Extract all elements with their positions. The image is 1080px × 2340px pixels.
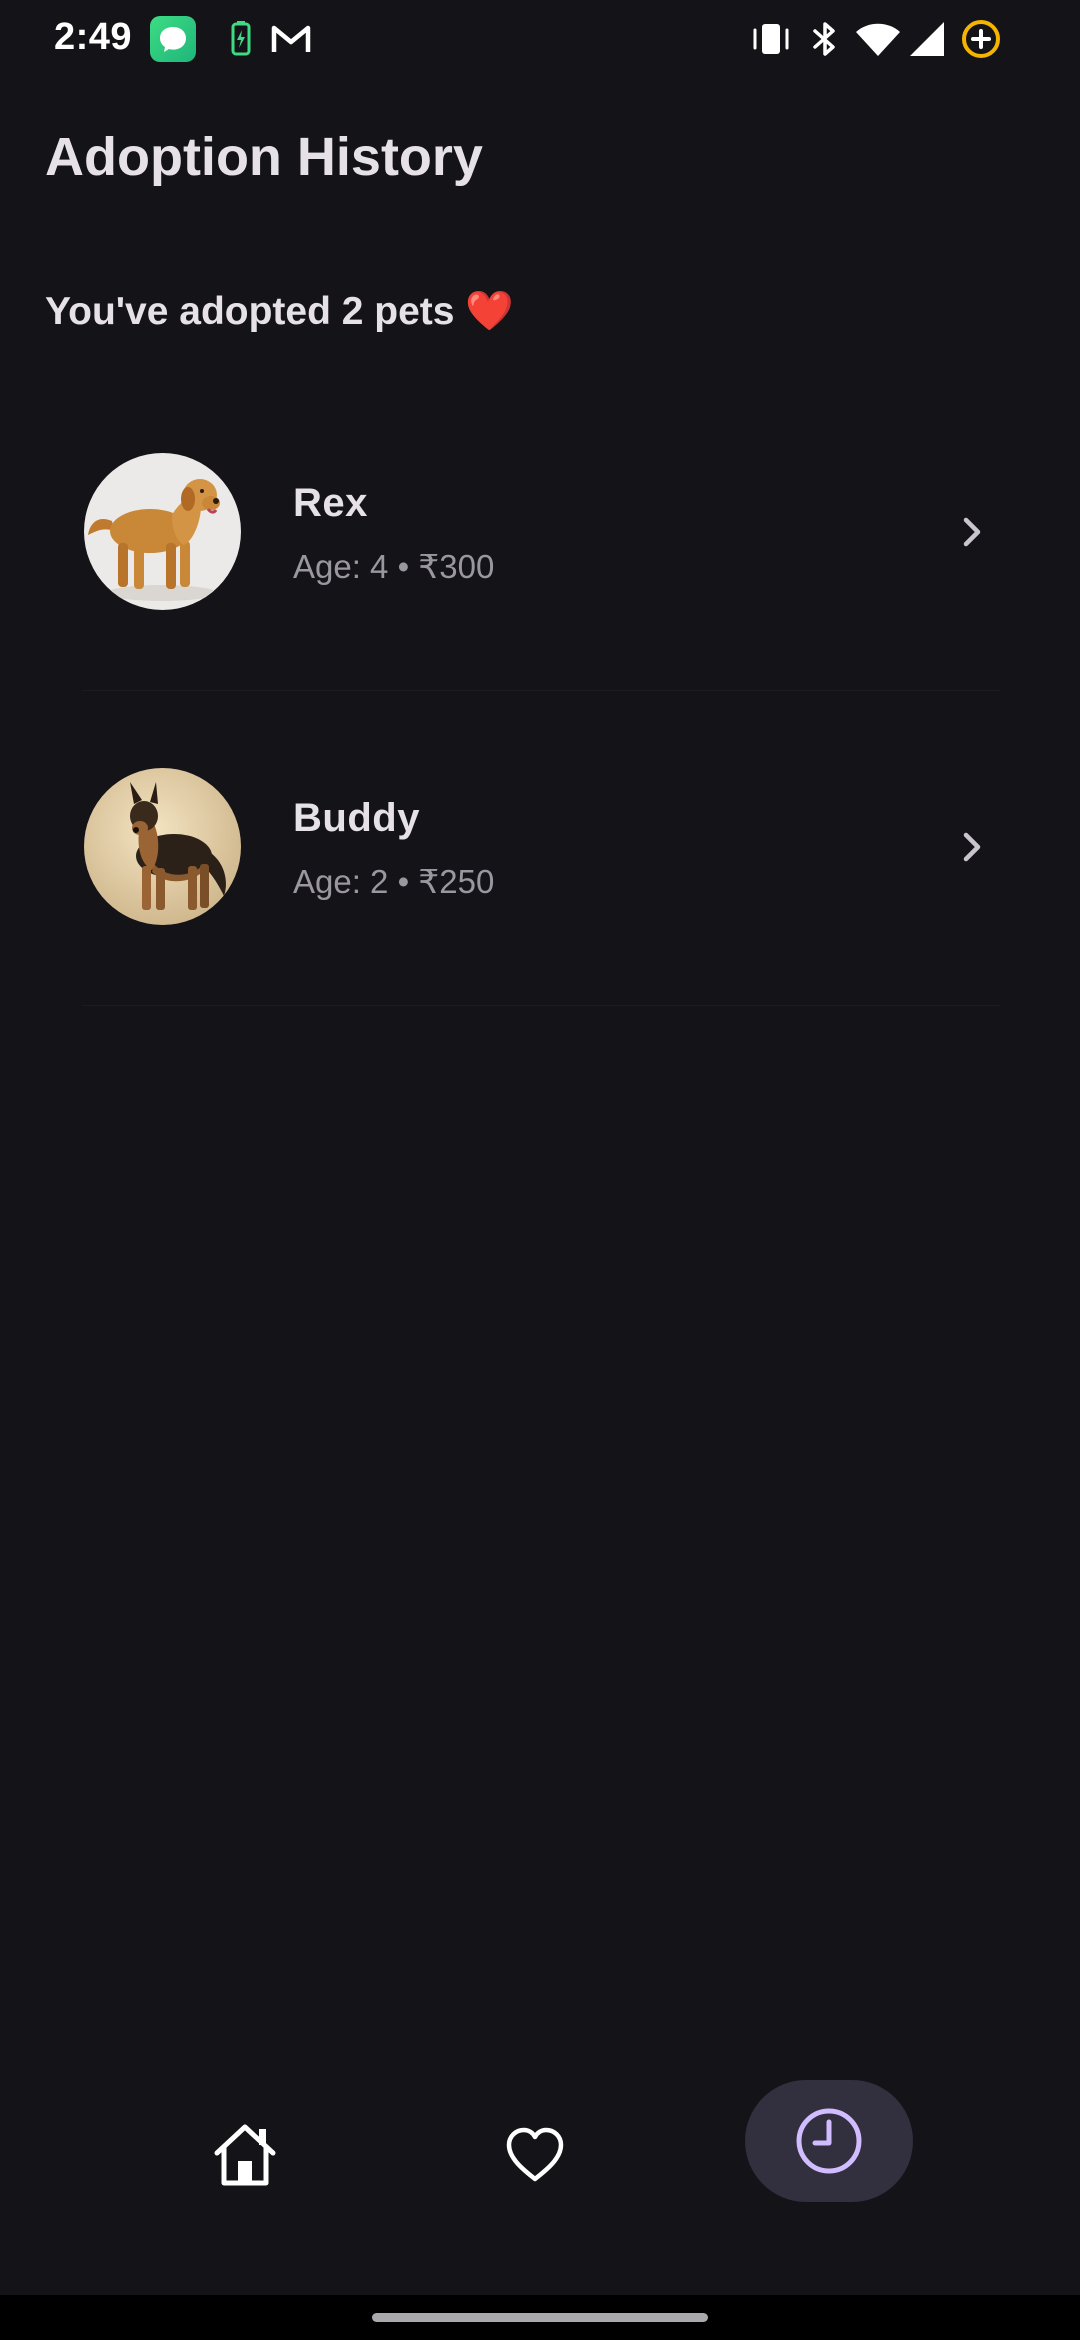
status-time: 2:49: [54, 16, 133, 58]
data-saver-icon: [962, 20, 1000, 58]
nav-history-button[interactable]: [745, 2080, 913, 2202]
adoption-summary: You've adopted 2 pets ❤️: [45, 290, 514, 333]
gmail-icon: [271, 25, 311, 52]
nav-home-button[interactable]: [205, 2115, 285, 2195]
status-bar: 2:49: [0, 0, 1080, 80]
gesture-bar: [0, 2295, 1080, 2340]
bluetooth-icon: [813, 22, 835, 56]
nav-favorites-button[interactable]: [495, 2115, 575, 2195]
chevron-right-icon: [963, 517, 981, 547]
pet-avatar-rex: [84, 453, 241, 610]
gesture-handle[interactable]: [372, 2313, 708, 2322]
golden-retriever-image: [84, 453, 241, 610]
page-title: Adoption History: [45, 127, 483, 187]
bottom-navigation: [0, 2070, 1080, 2290]
clock-icon: [796, 2108, 862, 2174]
battery-charging-icon: [231, 21, 251, 56]
heart-icon: [506, 2127, 564, 2182]
pet-list-item-rex[interactable]: Rex Age: 4 • ₹300: [82, 375, 1000, 691]
pet-name: Buddy: [293, 796, 420, 840]
cellular-signal-icon: [910, 22, 944, 56]
pet-meta: Age: 4 • ₹300: [293, 548, 495, 585]
home-icon: [214, 2124, 276, 2186]
pet-list-item-buddy[interactable]: Buddy Age: 2 • ₹250: [82, 690, 1000, 1006]
wifi-icon: [856, 23, 900, 56]
german-shepherd-image: [84, 768, 241, 925]
vibrate-icon: [753, 24, 789, 54]
messages-icon: [150, 16, 196, 62]
pet-name: Rex: [293, 481, 368, 525]
chevron-right-icon: [963, 832, 981, 862]
pet-meta: Age: 2 • ₹250: [293, 863, 495, 900]
pet-avatar-buddy: [84, 768, 241, 925]
